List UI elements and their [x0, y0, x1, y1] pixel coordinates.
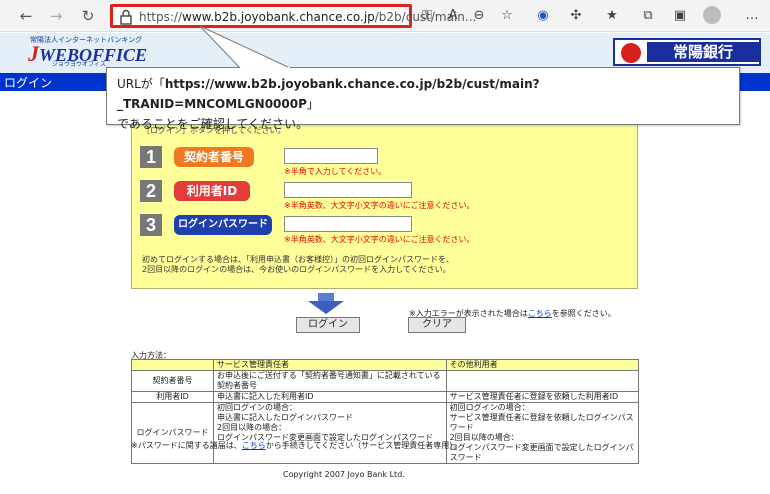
login-password-input[interactable]: [284, 216, 412, 232]
table-cell: 初回ログインの場合： 申込書に記入したログインパスワード 2回目以降の場合： ロ…: [213, 402, 447, 464]
callout-line-1: URLが「https://www.b2b.joyobank.chance.co.…: [117, 77, 540, 111]
logo-subtitle: ジョウヨウオフィス: [52, 61, 106, 68]
table-cell-line: 2回目以降の場合：: [449, 433, 519, 442]
login-title: ログイン: [4, 76, 53, 90]
extension-icon[interactable]: ◉: [533, 6, 553, 26]
table-cell: 初回ログインの場合： サービス管理責任者に登録を依頼したログインパスワード 2回…: [445, 402, 640, 464]
url-callout: URLが「https://www.b2b.joyobank.chance.co.…: [106, 67, 740, 131]
table-row: ログインパスワード 初回ログインの場合： 申込書に記入したログインパスワード 2…: [131, 402, 640, 464]
bank-seal-icon: [621, 43, 641, 63]
table-cell-line: 初回ログインの場合：: [217, 403, 297, 412]
more-menu-icon[interactable]: …: [742, 6, 762, 26]
step-2-badge: 2: [140, 180, 162, 202]
back-icon[interactable]: ←: [16, 6, 36, 26]
table-header-cell: サービス管理責任者: [213, 359, 447, 371]
lock-icon[interactable]: [119, 9, 133, 25]
table-header-row: サービス管理責任者 その他利用者: [131, 359, 640, 371]
table-cell: 申込書に記入した利用者ID: [213, 391, 447, 403]
browser-toolbar: ← → ↻ https://www.b2b.joyobank.chance.co…: [0, 0, 770, 32]
table-cell-line: ログインパスワード変更画面で設定したログインパスワード: [449, 443, 634, 462]
password-procedures-link[interactable]: こちら: [242, 441, 266, 450]
table-cell: サービス管理責任者に登録を依頼した利用者ID: [445, 391, 640, 403]
table-cell-line: 初回ログインの場合：: [449, 403, 530, 412]
bank-logo: 常陽銀行: [613, 38, 761, 66]
extensions-icon[interactable]: ✣: [566, 6, 586, 26]
copyright: Copyright 2007 Joyo Bank Ltd.: [283, 470, 405, 479]
table-cell: [445, 370, 640, 392]
table-cell: お申込後にご送付する「契約者番号通知書」に記載されている契約者番号: [213, 370, 447, 392]
table-row: 契約者番号 お申込後にご送付する「契約者番号通知書」に記載されている契約者番号: [131, 370, 640, 392]
input-error-link[interactable]: こちら: [528, 309, 552, 318]
contract-number-label: 契約者番号: [174, 147, 254, 167]
login-form-footer: 初めてログインする場合は、「利用申込書（お客様控）」の初回ログインパスワードを、…: [142, 255, 454, 275]
password-procedures-note: ※パスワードに関する諸届は、こちらから手続きしてください（サービス管理責任者専用…: [131, 441, 462, 450]
contract-number-input[interactable]: [284, 148, 378, 164]
user-id-note: ※半角英数、大文字小文字の違いにご注意ください。: [284, 201, 475, 210]
table-cell-line: 2回目以降の場合：: [217, 423, 287, 432]
clear-button[interactable]: クリア: [408, 317, 466, 333]
login-password-label: ログインパスワード: [174, 215, 272, 235]
table-row-label: 利用者ID: [131, 391, 214, 403]
table-cell-line: 申込書に記入したログインパスワード: [217, 413, 353, 422]
callout-line-2: であることをご確認してください。: [117, 117, 309, 131]
input-error-help: ※入力エラーが表示された場合はこちらを参照ください。: [409, 309, 616, 318]
favorite-add-icon[interactable]: ☆: [497, 6, 517, 26]
zoom-out-icon[interactable]: ⊖: [469, 6, 489, 26]
favorites-icon[interactable]: ★: [602, 6, 622, 26]
step-1-badge: 1: [140, 146, 162, 168]
reload-icon[interactable]: ↻: [78, 6, 98, 26]
browser-essentials-icon[interactable]: ▣: [670, 6, 690, 26]
table-cell-line: サービス管理責任者に登録を依頼したログインパスワード: [449, 413, 634, 432]
login-button[interactable]: ログイン: [296, 317, 360, 333]
down-arrow-icon: [308, 293, 344, 314]
user-id-label: 利用者ID: [174, 181, 250, 201]
table-row-label: ログインパスワード: [131, 402, 214, 464]
login-password-note: ※半角英数、大文字小文字の違いにご注意ください。: [284, 235, 475, 244]
profile-avatar[interactable]: [703, 6, 721, 24]
forward-icon[interactable]: →: [46, 6, 66, 26]
footer-line-1: 初めてログインする場合は、「利用申込書（お客様控）」の初回ログインパスワードを、: [142, 255, 454, 264]
bank-name: 常陽銀行: [647, 42, 759, 62]
table-header-cell: [131, 359, 214, 371]
footer-line-2: 2回目以降のログインの場合は、今お使いのログインパスワードを入力してください。: [142, 265, 451, 274]
key-icon[interactable]: ⚿: [417, 6, 437, 26]
step-3-badge: 3: [140, 214, 162, 236]
read-aloud-icon[interactable]: A: [443, 6, 463, 26]
user-id-input[interactable]: [284, 182, 412, 198]
table-row: 利用者ID 申込書に記入した利用者ID サービス管理責任者に登録を依頼した利用者…: [131, 391, 640, 403]
address-bar[interactable]: https://www.b2b.joyobank.chance.co.jp/b2…: [110, 4, 476, 28]
table-header-cell: その他利用者: [445, 359, 640, 371]
collections-icon[interactable]: ⧉: [638, 6, 658, 26]
table-row-label: 契約者番号: [131, 370, 214, 392]
contract-number-note: ※半角で入力してください。: [284, 167, 387, 176]
login-form-panel: ［ログイン］ボタンを押してください。 1 契約者番号 ※半角で入力してください。…: [131, 115, 638, 289]
